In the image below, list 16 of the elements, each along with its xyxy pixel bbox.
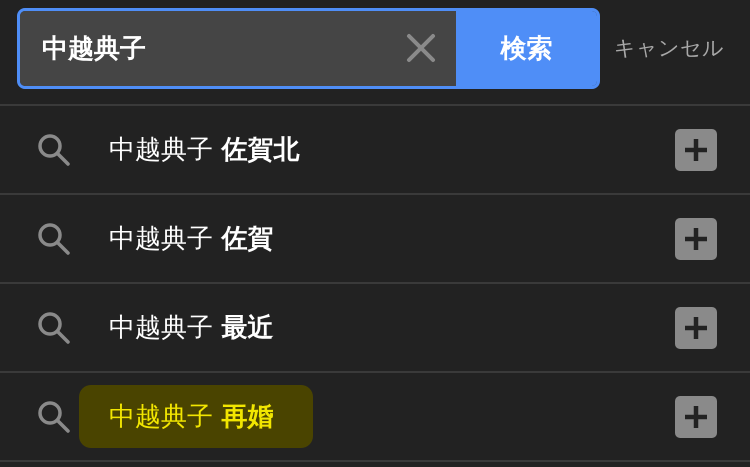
search-icon	[37, 310, 71, 344]
cancel-button[interactable]: キャンセル	[614, 34, 724, 62]
suggestion-text[interactable]: 中越典子 再婚	[79, 385, 314, 448]
suggestion-text[interactable]: 中越典子 佐賀北	[109, 124, 300, 175]
search-icon	[37, 132, 71, 166]
search-icon	[37, 400, 71, 434]
clear-icon[interactable]	[406, 33, 436, 63]
add-icon[interactable]	[675, 306, 717, 348]
suggestion-text[interactable]: 中越典子 最近	[109, 302, 274, 353]
search-input[interactable]: 中越典子	[42, 33, 406, 63]
search-field[interactable]: 中越典子	[20, 10, 456, 86]
add-icon[interactable]	[675, 218, 717, 260]
suggestion-text[interactable]: 中越典子 佐賀	[109, 213, 274, 264]
add-icon[interactable]	[675, 128, 717, 170]
add-icon[interactable]	[675, 396, 717, 438]
search-icon	[37, 222, 71, 256]
